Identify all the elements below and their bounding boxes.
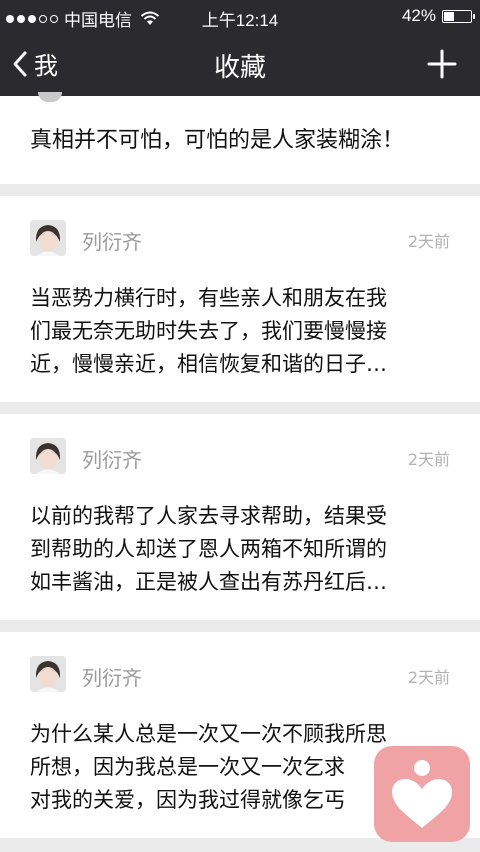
favorite-item[interactable]: 真相并不可怕，可怕的是人家装糊涂！: [0, 92, 480, 184]
avatar: [38, 92, 62, 102]
status-right: 42%: [401, 6, 475, 26]
user-avatar-icon: [30, 220, 66, 256]
author-name: 列衍齐: [82, 230, 142, 254]
favorite-item[interactable]: 列衍齐 2天前 以前的我帮了人家去寻求帮助，结果受 到帮助的人却送了恩人两箱不知…: [0, 414, 480, 620]
add-icon[interactable]: [426, 48, 458, 80]
author-name: 列衍齐: [82, 666, 142, 690]
favorite-text: 当恶势力横行时，有些亲人和朋友在我 们最无奈无助时失去了，我们要慢慢接 近，慢慢…: [30, 282, 450, 381]
page-title: 收藏: [213, 53, 266, 83]
avatar[interactable]: [30, 656, 66, 692]
floating-app-button[interactable]: [374, 746, 470, 842]
heart-person-icon: [392, 760, 452, 828]
text-line: 当恶势力横行时，有些亲人和朋友在我: [30, 286, 387, 310]
text-line: 近，慢慢亲近，相信恢复和谐的日子…: [30, 352, 387, 376]
text-line: 以前的我帮了人家去寻求帮助，结果受: [30, 504, 387, 528]
text-line: 到帮助的人却送了恩人两箱不知所谓的: [30, 537, 387, 561]
navigation-bar: 我 收藏: [0, 32, 480, 96]
avatar[interactable]: [30, 438, 66, 474]
status-bar: 中国电信 上午12:14 42%: [0, 0, 480, 32]
timestamp: 2天前: [407, 668, 450, 687]
battery-icon: [442, 9, 475, 23]
favorites-list: 真相并不可怕，可怕的是人家装糊涂！ 列衍齐 2天前 当恶势力横行时，有些亲人和朋…: [0, 92, 480, 850]
user-avatar-icon: [30, 656, 66, 692]
author-name: 列衍齐: [82, 448, 142, 472]
favorite-text: 真相并不可怕，可怕的是人家装糊涂！: [30, 128, 405, 153]
user-avatar-icon: [30, 438, 66, 474]
timestamp: 2天前: [407, 450, 450, 469]
timestamp: 2天前: [407, 232, 450, 251]
favorite-text: 以前的我帮了人家去寻求帮助，结果受 到帮助的人却送了恩人两箱不知所谓的 如丰酱油…: [30, 500, 450, 599]
text-line: 如丰酱油，正是被人查出有苏丹红后…: [30, 570, 387, 594]
avatar[interactable]: [30, 220, 66, 256]
battery-percent: 42%: [401, 6, 436, 25]
favorite-item[interactable]: 列衍齐 2天前 当恶势力横行时，有些亲人和朋友在我 们最无奈无助时失去了，我们要…: [0, 196, 480, 402]
text-line: 们最无奈无助时失去了，我们要慢慢接: [30, 319, 387, 343]
